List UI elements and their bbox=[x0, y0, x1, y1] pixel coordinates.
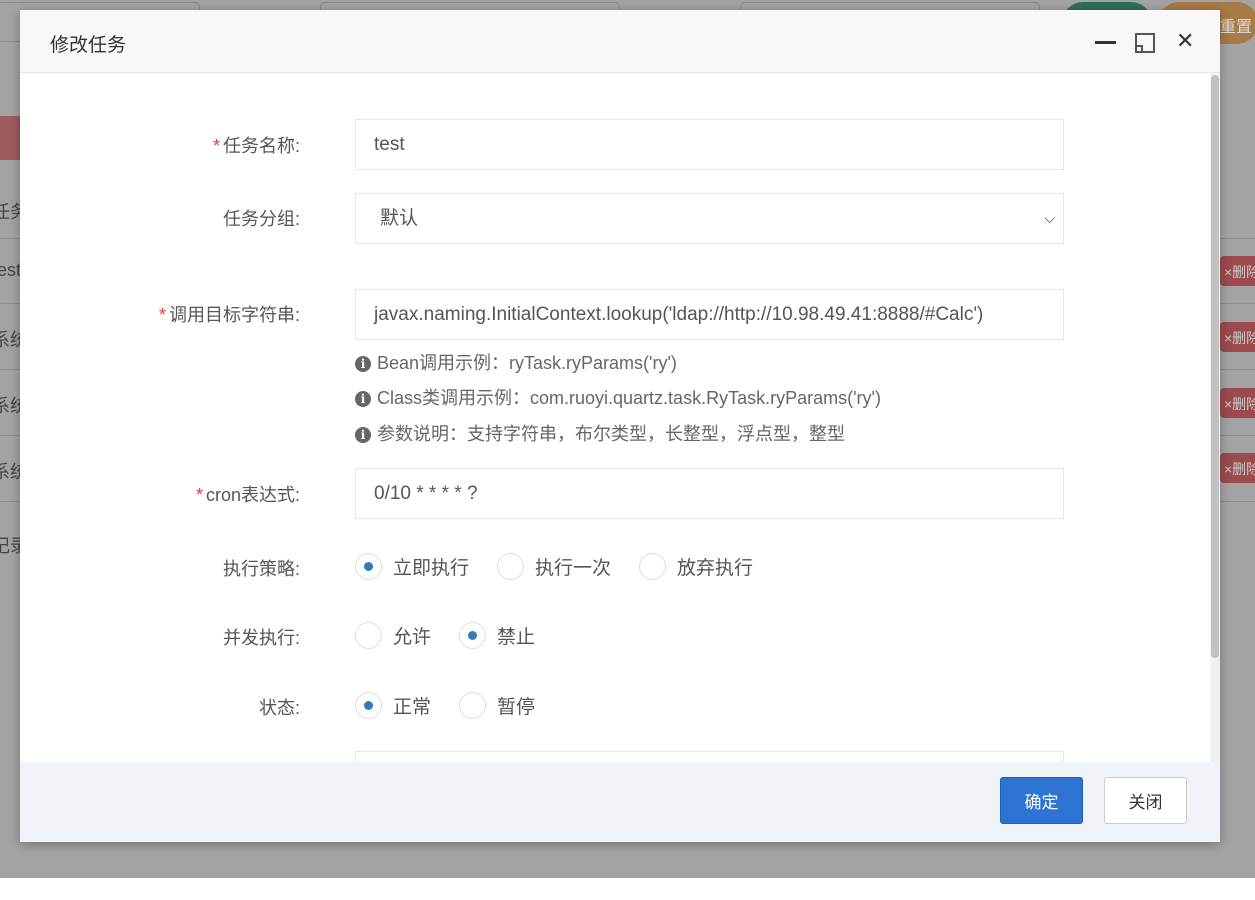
info-icon: i bbox=[355, 391, 371, 407]
hint-class: i Class类调用示例：com.ruoyi.quartz.task.RyTask… bbox=[355, 384, 881, 410]
edit-job-modal: 修改任务 ✕ * 任务名称: test 任务分组: 默认 ⌵ * 调用目标字符串: j… bbox=[20, 10, 1220, 842]
scrollbar-thumb[interactable] bbox=[1211, 75, 1219, 658]
info-icon: i bbox=[355, 427, 371, 443]
modal-header: 修改任务 ✕ bbox=[20, 10, 1220, 73]
bg-delete-button bbox=[0, 116, 22, 160]
chevron-down-icon: ⌵ bbox=[1044, 210, 1055, 226]
status-option-paused[interactable]: 暂停 bbox=[459, 692, 535, 719]
status-option-normal[interactable]: 正常 bbox=[355, 692, 431, 719]
bg-delete-button: ×删除 bbox=[1220, 256, 1255, 286]
misfire-option-abandon[interactable]: 放弃执行 bbox=[639, 553, 753, 580]
job-name-label: * 任务名称: bbox=[212, 136, 300, 156]
job-group-select[interactable]: 默认 ⌵ bbox=[355, 193, 1064, 244]
misfire-option-once[interactable]: 执行一次 bbox=[497, 553, 611, 580]
misfire-option-immediate[interactable]: 立即执行 bbox=[355, 553, 469, 580]
status-label: 状态: bbox=[258, 698, 300, 718]
bg-delete-button: ×删除 bbox=[1220, 322, 1255, 352]
concurrent-radio-group: 允许 禁止 bbox=[355, 622, 563, 649]
misfire-radio-group: 立即执行 执行一次 放弃执行 bbox=[355, 553, 781, 580]
invoke-target-input[interactable]: javax.naming.InitialContext.lookup('ldap… bbox=[355, 289, 1064, 340]
close-icon[interactable]: ✕ bbox=[1176, 28, 1194, 54]
concurrent-label: 并发执行: bbox=[222, 628, 300, 648]
info-icon: i bbox=[355, 356, 371, 372]
job-group-label: 任务分组: bbox=[222, 209, 300, 229]
invoke-target-label: * 调用目标字符串: bbox=[158, 305, 300, 325]
job-name-input[interactable]: test bbox=[355, 119, 1064, 170]
cron-input[interactable]: 0/10 * * * * ? bbox=[355, 468, 1064, 519]
hint-params: i 参数说明：支持字符串，布尔类型，长整型，浮点型，整型 bbox=[355, 420, 845, 446]
modal-footer: 确定 关闭 bbox=[20, 762, 1220, 842]
status-radio-group: 正常 暂停 bbox=[355, 692, 563, 719]
minimize-icon[interactable] bbox=[1095, 41, 1116, 44]
confirm-button[interactable]: 确定 bbox=[1000, 777, 1083, 824]
concurrent-option-forbid[interactable]: 禁止 bbox=[459, 622, 535, 649]
bg-cell: test bbox=[0, 260, 22, 280]
bg-delete-button: ×删除 bbox=[1220, 388, 1255, 418]
modal-scrollbar[interactable] bbox=[1210, 73, 1220, 762]
maximize-icon[interactable] bbox=[1135, 33, 1155, 53]
misfire-label: 执行策略: bbox=[222, 559, 300, 579]
modal-title: 修改任务 bbox=[50, 35, 127, 56]
cron-label: * cron表达式: bbox=[195, 485, 300, 505]
bg-delete-button: ×删除 bbox=[1220, 453, 1255, 483]
concurrent-option-allow[interactable]: 允许 bbox=[355, 622, 431, 649]
close-button[interactable]: 关闭 bbox=[1104, 777, 1187, 824]
hint-bean: i Bean调用示例：ryTask.ryParams('ry') bbox=[355, 349, 677, 375]
